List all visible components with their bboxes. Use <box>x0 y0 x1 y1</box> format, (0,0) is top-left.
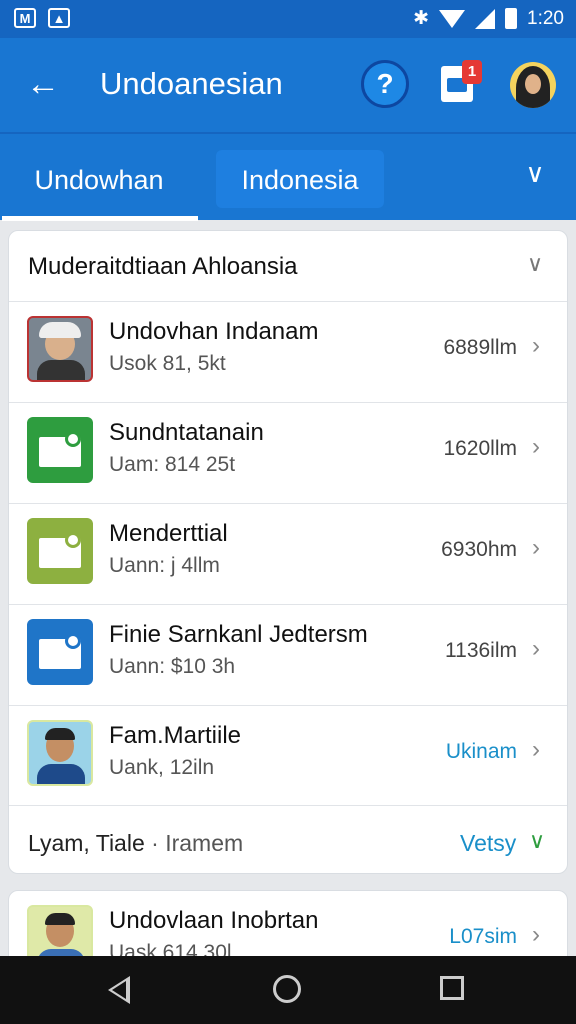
person-photo-thumb <box>27 720 93 786</box>
footer-label-main: Lyam, Tiale <box>28 830 145 856</box>
tab-bar: Undowhan Indonesia ∨ <box>0 132 576 221</box>
list-item-value: 1136ilm <box>445 639 517 662</box>
system-nav-bar <box>0 956 576 1024</box>
section-footer[interactable]: Lyam, Tiale · Iramem Vetsy ∨ <box>9 805 567 873</box>
list-item-title: Undovlaan Inobrtan <box>109 907 319 934</box>
photo-hair <box>45 728 75 740</box>
section-card: Muderaitdtiaan Ahloansia ∨ Undovhan Inda… <box>8 230 568 874</box>
list-item-value: L07sim <box>449 925 517 948</box>
nav-back-icon[interactable] <box>108 976 130 1004</box>
list-item[interactable]: Undovhan Indanam Usok 81, 5kt 6889llm › <box>9 301 567 402</box>
list-item-value: 6930hm <box>441 538 517 561</box>
status-bar: M ▲ ✱ 1:20 <box>0 0 576 38</box>
list-item-value: Ukinam <box>445 740 517 763</box>
list-item[interactable]: Menderttial Uann: j 4llm 6930hm › <box>9 503 567 604</box>
olive-doc-icon <box>27 518 93 584</box>
list-item-subtitle: Usok 81, 5kt <box>109 352 226 375</box>
list-item-title: Undovhan Indanam <box>109 318 319 345</box>
list-item-subtitle: Uam: 814 25t <box>109 453 236 476</box>
list-item[interactable]: Sundntatanain Uam: 814 25t 1620llm › <box>9 402 567 503</box>
footer-label-sub: · Iramem <box>151 830 244 856</box>
list-item-subtitle: Uann: j 4llm <box>109 554 220 577</box>
chevron-right-icon: › <box>532 736 540 763</box>
avatar-face <box>525 74 541 94</box>
photo-hair <box>45 913 75 925</box>
doc-dot <box>65 532 81 548</box>
green-doc-icon <box>27 417 93 483</box>
avatar[interactable] <box>510 62 556 108</box>
list-item-title: Fam.Martiile <box>109 722 242 749</box>
photo-body <box>37 360 85 380</box>
photo-body <box>37 764 85 784</box>
chevron-down-icon[interactable]: ∨ <box>529 828 545 854</box>
list-item-subtitle: Uank, 12iln <box>109 756 215 779</box>
tab-indonesia[interactable]: Indonesia <box>216 150 384 208</box>
chevron-down-icon[interactable]: ∨ <box>518 158 552 192</box>
chevron-right-icon: › <box>532 433 540 460</box>
doc-dot <box>65 431 81 447</box>
page-title: Undoanesian <box>100 66 283 101</box>
list-item-value: 6889llm <box>443 336 517 359</box>
photo-hat <box>39 322 81 338</box>
app-bar: ← Undoanesian ? 1 <box>0 38 576 132</box>
bluetooth-icon: ✱ <box>413 8 430 29</box>
list-item-title: Finie Sarnkanl Jedtersm <box>109 621 368 648</box>
status-left-icons: M ▲ <box>14 8 70 28</box>
chevron-right-icon: › <box>532 635 540 662</box>
footer-link[interactable]: Vetsy <box>460 830 516 857</box>
image-icon: ▲ <box>48 8 70 28</box>
list-item-value: 1620llm <box>443 437 517 460</box>
list-item-title: Menderttial <box>109 520 228 547</box>
nav-recents-icon[interactable] <box>440 976 464 1000</box>
blue-doc-icon <box>27 619 93 685</box>
nav-home-icon[interactable] <box>273 975 301 1003</box>
chevron-down-icon[interactable]: ∨ <box>527 251 543 277</box>
chevron-right-icon: › <box>532 332 540 359</box>
notification-badge: 1 <box>462 60 482 84</box>
battery-icon <box>505 8 518 29</box>
wifi-icon <box>439 9 466 28</box>
footer-label: Lyam, Tiale · Iramem <box>28 830 243 857</box>
section-header[interactable]: Muderaitdtiaan Ahloansia ∨ <box>9 231 567 301</box>
list-item-subtitle: Uann: $10 3h <box>109 655 236 678</box>
chevron-right-icon: › <box>532 534 540 561</box>
doc-dot <box>65 633 81 649</box>
list-item-title: Sundntatanain <box>109 419 264 446</box>
person-photo-thumb <box>27 316 93 382</box>
signal-icon <box>475 8 496 29</box>
help-button[interactable]: ? <box>361 60 409 108</box>
mail-icon: M <box>14 8 36 28</box>
arrow-left-icon[interactable]: ← <box>26 66 62 102</box>
list-item[interactable]: Fam.Martiile Uank, 12iln Ukinam › <box>9 705 567 806</box>
list-item[interactable]: Finie Sarnkanl Jedtersm Uann: $10 3h 113… <box>9 604 567 705</box>
tab-indicator <box>2 216 198 221</box>
chevron-right-icon: › <box>532 921 540 948</box>
status-time: 1:20 <box>527 7 564 29</box>
section-title: Muderaitdtiaan Ahloansia <box>28 253 298 280</box>
tab-undowhan[interactable]: Undowhan <box>0 134 198 220</box>
status-right: ✱ 1:20 <box>413 7 564 30</box>
